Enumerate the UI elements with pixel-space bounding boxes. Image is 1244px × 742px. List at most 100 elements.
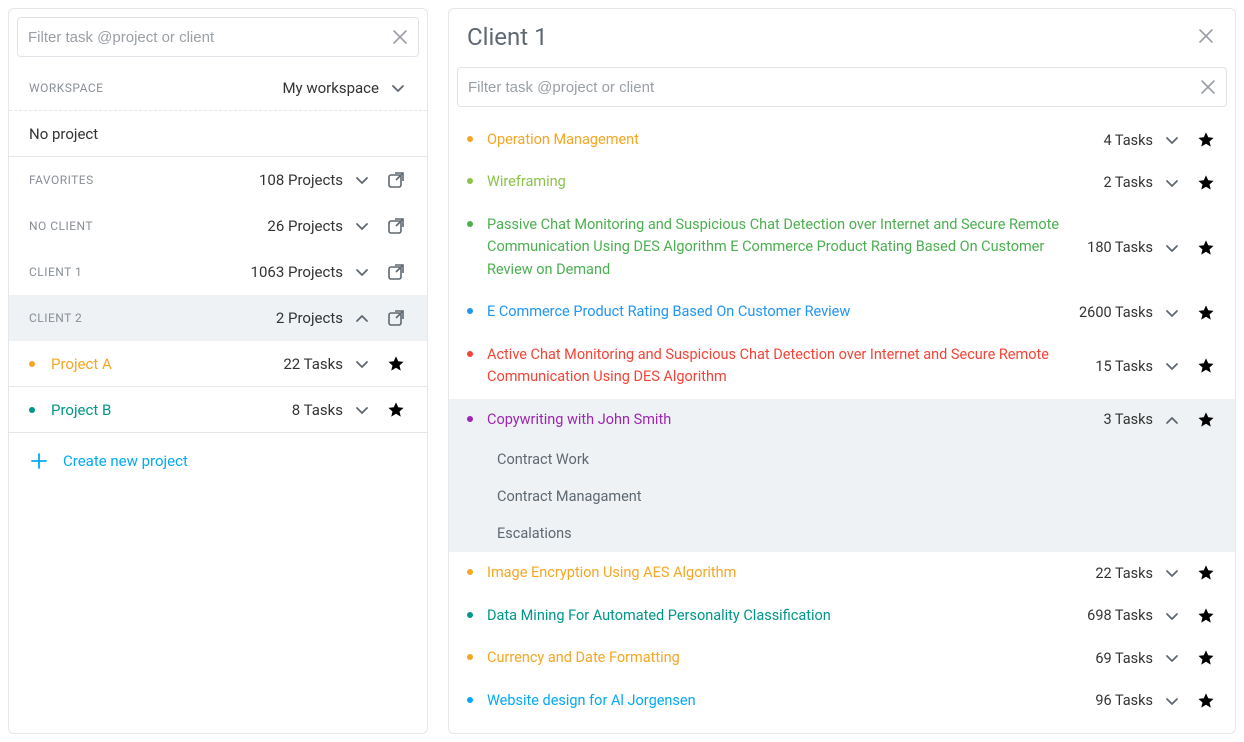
sidebar-panel: WORKSPACE My workspace No project FAVORI… xyxy=(8,8,428,734)
create-project-button[interactable]: Create new project xyxy=(9,433,427,489)
project-task-count: 22 Tasks xyxy=(1095,565,1153,582)
chevron-down-icon[interactable] xyxy=(1163,607,1181,625)
project-task-count: 22 Tasks xyxy=(283,355,343,373)
project-task-count: 2 Tasks xyxy=(1103,174,1153,191)
chevron-down-icon[interactable] xyxy=(353,355,371,373)
color-bullet xyxy=(467,136,473,142)
chevron-down-icon[interactable] xyxy=(353,401,371,419)
color-bullet xyxy=(29,407,35,413)
chevron-down-icon[interactable] xyxy=(1163,174,1181,192)
project-row[interactable]: Wireframing2 Tasks xyxy=(449,161,1235,203)
close-button[interactable] xyxy=(1197,27,1217,47)
project-task-count: 2600 Tasks xyxy=(1079,304,1153,321)
favorite-star-icon[interactable] xyxy=(385,353,407,375)
sidebar-filter-box xyxy=(17,17,419,57)
project-row[interactable]: Data Mining For Automated Personality Cl… xyxy=(449,595,1235,637)
chevron-down-icon[interactable] xyxy=(1163,692,1181,710)
subtask-item[interactable]: Escalations xyxy=(449,515,1235,552)
sidebar-section-row[interactable]: FAVORITES108 Projects xyxy=(9,157,427,203)
project-name: Currency and Date Formatting xyxy=(487,647,1095,669)
open-external-icon[interactable] xyxy=(385,169,407,191)
chevron-down-icon[interactable] xyxy=(1163,304,1181,322)
project-name: E Commerce Product Rating Based On Custo… xyxy=(487,301,1079,323)
favorite-star-icon[interactable] xyxy=(1195,302,1217,324)
workspace-value: My workspace xyxy=(282,79,379,97)
project-task-count: 3 Tasks xyxy=(1103,411,1153,428)
chevron-down-icon[interactable] xyxy=(1163,649,1181,667)
chevron-down-icon[interactable] xyxy=(1163,564,1181,582)
color-bullet xyxy=(467,308,473,314)
chevron-down-icon[interactable] xyxy=(353,263,371,281)
project-task-count: 8 Tasks xyxy=(292,401,343,419)
section-label: FAVORITES xyxy=(29,173,259,187)
chevron-down-icon[interactable] xyxy=(1163,357,1181,375)
subtask-item[interactable]: Contract Managament xyxy=(449,478,1235,515)
color-bullet xyxy=(467,178,473,184)
favorite-star-icon[interactable] xyxy=(1195,409,1217,431)
workspace-selector-row[interactable]: WORKSPACE My workspace xyxy=(9,65,427,111)
favorite-star-icon[interactable] xyxy=(1195,562,1217,584)
chevron-down-icon[interactable] xyxy=(353,217,371,235)
chevron-up-icon[interactable] xyxy=(353,309,371,327)
chevron-down-icon[interactable] xyxy=(353,171,371,189)
color-bullet xyxy=(467,351,473,357)
chevron-down-icon[interactable] xyxy=(1163,131,1181,149)
project-row[interactable]: Website design for Al Jorgensen96 Tasks xyxy=(449,680,1235,722)
detail-filter-input[interactable] xyxy=(468,79,1200,96)
project-task-count: 15 Tasks xyxy=(1095,358,1153,375)
chevron-up-icon[interactable] xyxy=(1163,411,1181,429)
project-row[interactable]: Active Chat Monitoring and Suspicious Ch… xyxy=(449,334,1235,399)
favorite-star-icon[interactable] xyxy=(1195,647,1217,669)
workspace-label: WORKSPACE xyxy=(29,81,282,95)
project-row[interactable]: Copywriting with John Smith3 Tasks xyxy=(449,399,1235,441)
subtask-item[interactable]: Contract Work xyxy=(449,441,1235,478)
section-label: CLIENT 1 xyxy=(29,265,251,279)
project-row[interactable]: Passive Chat Monitoring and Suspicious C… xyxy=(449,204,1235,291)
sidebar-section-row[interactable]: CLIENT 22 Projects xyxy=(9,295,427,341)
favorite-star-icon[interactable] xyxy=(1195,129,1217,151)
open-external-icon[interactable] xyxy=(385,307,407,329)
color-bullet xyxy=(467,416,473,422)
project-name: Image Encryption Using AES Algorithm xyxy=(487,562,1095,584)
color-bullet xyxy=(467,569,473,575)
project-row[interactable]: E Commerce Product Rating Based On Custo… xyxy=(449,291,1235,333)
section-count: 1063 Projects xyxy=(251,263,343,281)
sidebar-filter-input[interactable] xyxy=(28,29,392,46)
clear-icon[interactable] xyxy=(392,29,408,45)
color-bullet xyxy=(29,361,35,367)
favorite-star-icon[interactable] xyxy=(1195,355,1217,377)
project-name: Data Mining For Automated Personality Cl… xyxy=(487,605,1087,627)
favorite-star-icon[interactable] xyxy=(1195,237,1217,259)
open-external-icon[interactable] xyxy=(385,261,407,283)
color-bullet xyxy=(467,654,473,660)
sidebar-project-row[interactable]: Project A22 Tasks xyxy=(9,341,427,387)
chevron-down-icon[interactable] xyxy=(1163,239,1181,257)
no-project-row[interactable]: No project xyxy=(9,111,427,157)
color-bullet xyxy=(467,697,473,703)
open-external-icon[interactable] xyxy=(385,215,407,237)
section-label: NO CLIENT xyxy=(29,219,267,233)
sidebar-section-row[interactable]: NO CLIENT26 Projects xyxy=(9,203,427,249)
favorite-star-icon[interactable] xyxy=(385,399,407,421)
chevron-down-icon[interactable] xyxy=(389,79,407,97)
detail-panel: Client 1 Operation Management4 TasksWire… xyxy=(448,8,1236,734)
color-bullet xyxy=(467,221,473,227)
sidebar-project-row[interactable]: Project B8 Tasks xyxy=(9,387,427,433)
project-row[interactable]: Operation Management4 Tasks xyxy=(449,119,1235,161)
section-label: CLIENT 2 xyxy=(29,311,276,325)
favorite-star-icon[interactable] xyxy=(1195,172,1217,194)
color-bullet xyxy=(467,612,473,618)
favorite-star-icon[interactable] xyxy=(1195,605,1217,627)
clear-icon[interactable] xyxy=(1200,79,1216,95)
project-name: Website design for Al Jorgensen xyxy=(487,690,1095,712)
section-count: 108 Projects xyxy=(259,171,343,189)
project-row[interactable]: Currency and Date Formatting69 Tasks xyxy=(449,637,1235,679)
project-name: Project A xyxy=(51,355,283,373)
create-project-label: Create new project xyxy=(63,452,188,470)
plus-icon xyxy=(29,451,49,471)
project-name: Project B xyxy=(51,401,292,419)
page-title: Client 1 xyxy=(467,23,1197,51)
favorite-star-icon[interactable] xyxy=(1195,690,1217,712)
sidebar-section-row[interactable]: CLIENT 11063 Projects xyxy=(9,249,427,295)
project-row[interactable]: Image Encryption Using AES Algorithm22 T… xyxy=(449,552,1235,594)
